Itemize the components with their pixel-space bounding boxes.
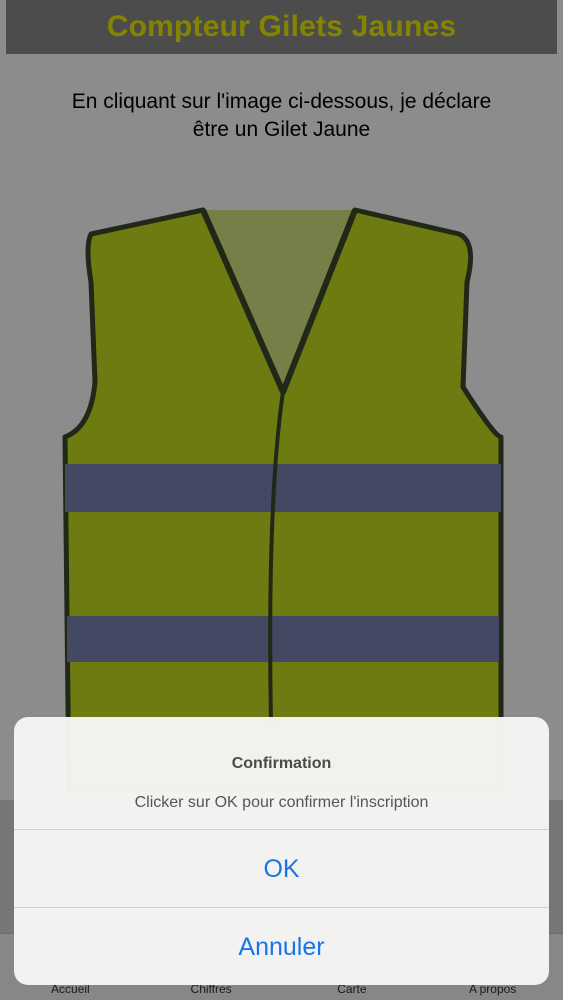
confirmation-alert: Confirmation Clicker sur OK pour confirm… <box>14 717 549 985</box>
cancel-button[interactable]: Annuler <box>14 908 549 985</box>
ok-button[interactable]: OK <box>14 830 549 908</box>
alert-title: Confirmation <box>231 755 332 772</box>
alert-message: Clicker sur OK pour confirmer l'inscript… <box>134 794 429 811</box>
